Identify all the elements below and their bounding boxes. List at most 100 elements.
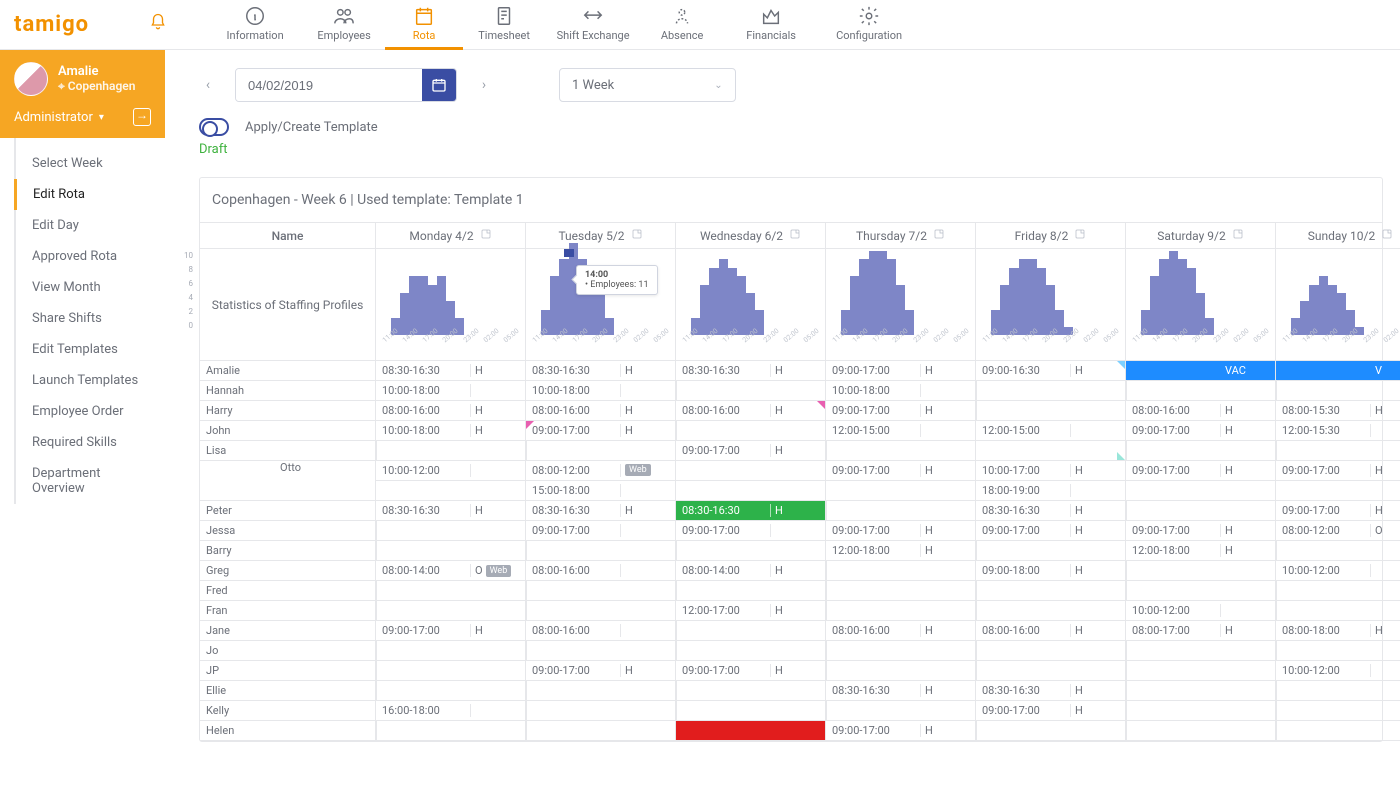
sidebar-item-view-month[interactable]: View Month	[16, 272, 165, 303]
nav-timesheet[interactable]: Timesheet	[465, 0, 543, 50]
shift-cell[interactable]: 08:00-17:00H	[1126, 621, 1276, 641]
shift-cell[interactable]	[826, 581, 976, 601]
note-icon[interactable]	[1381, 228, 1393, 243]
shift-cell[interactable]	[526, 701, 676, 721]
shift-cell[interactable]: 08:00-12:00Web15:00-18:00	[526, 461, 676, 501]
shift-cell[interactable]: VAC	[1126, 361, 1276, 381]
shift-cell[interactable]: 09:00-17:00	[526, 521, 676, 541]
shift-cell[interactable]	[676, 461, 826, 501]
shift-cell[interactable]: 09:00-17:00H	[976, 521, 1126, 541]
date-input[interactable]	[236, 69, 422, 101]
shift-cell[interactable]: 09:00-17:00H	[1276, 461, 1400, 501]
shift-cell[interactable]	[376, 721, 526, 741]
shift-cell[interactable]: 09:00-17:00H	[526, 421, 676, 441]
shift-cell[interactable]: 08:00-16:00H	[526, 401, 676, 421]
shift-cell[interactable]: 08:30-16:30H	[676, 501, 826, 521]
sidebar-item-required-skills[interactable]: Required Skills	[16, 427, 165, 458]
shift-cell[interactable]: 08:00-15:30H	[1276, 401, 1400, 421]
shift-cell[interactable]	[376, 661, 526, 681]
shift-cell[interactable]: 08:30-16:30H	[826, 681, 976, 701]
shift-cell[interactable]	[376, 601, 526, 621]
shift-cell[interactable]	[676, 581, 826, 601]
calendar-icon[interactable]	[422, 69, 456, 101]
shift-cell[interactable]	[376, 541, 526, 561]
shift-cell[interactable]: 09:00-17:00H	[676, 441, 826, 461]
sidebar-item-department-overview[interactable]: Department Overview	[16, 458, 165, 504]
shift-cell[interactable]: 08:30-16:30H	[976, 501, 1126, 521]
shift-cell[interactable]: 09:00-17:00H	[376, 621, 526, 641]
shift-cell[interactable]: 12:00-15:00	[976, 421, 1126, 441]
nav-absence[interactable]: Absence	[643, 0, 721, 50]
logout-icon[interactable]	[133, 108, 151, 126]
shift-cell[interactable]: 08:00-12:00O	[1276, 521, 1400, 541]
shift-cell[interactable]: 10:00-18:00	[826, 381, 976, 401]
shift-cell[interactable]	[676, 641, 826, 661]
shift-cell[interactable]	[976, 721, 1126, 741]
shift-cell[interactable]	[976, 401, 1126, 421]
shift-cell[interactable]: 09:00-17:00H	[676, 661, 826, 681]
shift-cell[interactable]	[976, 641, 1126, 661]
shift-cell[interactable]: 12:00-15:00	[826, 421, 976, 441]
shift-cell[interactable]	[376, 521, 526, 541]
shift-cell[interactable]	[676, 701, 826, 721]
shift-cell[interactable]: 09:00-17:00H	[826, 401, 976, 421]
shift-cell[interactable]	[1126, 641, 1276, 661]
shift-cell[interactable]	[676, 721, 826, 741]
shift-cell[interactable]	[526, 721, 676, 741]
role-switcher[interactable]: Administrator ▾	[14, 108, 151, 126]
shift-cell[interactable]: 08:00-16:00H	[676, 401, 826, 421]
shift-cell[interactable]: 12:00-15:30	[1276, 421, 1400, 441]
shift-cell[interactable]: 09:00-17:00	[676, 521, 826, 541]
shift-cell[interactable]	[676, 621, 826, 641]
sidebar-item-edit-day[interactable]: Edit Day	[16, 210, 165, 241]
nav-information[interactable]: Information	[207, 0, 303, 50]
shift-cell[interactable]	[976, 661, 1126, 681]
shift-cell[interactable]	[1126, 501, 1276, 521]
shift-cell[interactable]	[1126, 721, 1276, 741]
shift-cell[interactable]	[826, 501, 976, 521]
shift-cell[interactable]	[1276, 701, 1400, 721]
shift-cell[interactable]: 10:00-12:00	[1276, 661, 1400, 681]
shift-cell[interactable]	[526, 601, 676, 621]
shift-cell[interactable]: 10:00-17:00H18:00-19:00	[976, 461, 1126, 501]
shift-cell[interactable]	[976, 381, 1126, 401]
shift-cell[interactable]: 09:00-17:00H	[1126, 461, 1276, 501]
shift-cell[interactable]	[1276, 381, 1400, 401]
shift-cell[interactable]: 10:00-12:00	[1276, 561, 1400, 581]
shift-cell[interactable]	[1276, 681, 1400, 701]
shift-cell[interactable]: 08:30-16:30H	[976, 681, 1126, 701]
shift-cell[interactable]: 08:00-16:00H	[376, 401, 526, 421]
shift-cell[interactable]: 08:00-16:00H	[826, 621, 976, 641]
shift-cell[interactable]	[676, 421, 826, 441]
shift-cell[interactable]: 09:00-17:00H	[526, 661, 676, 681]
shift-cell[interactable]	[676, 681, 826, 701]
shift-cell[interactable]: 08:00-16:00	[526, 561, 676, 581]
shift-cell[interactable]: 09:00-17:00H	[1276, 501, 1400, 521]
note-icon[interactable]	[1232, 228, 1244, 243]
sidebar-item-edit-templates[interactable]: Edit Templates	[16, 334, 165, 365]
prev-week-button[interactable]: ‹	[199, 76, 217, 94]
shift-cell[interactable]	[1276, 721, 1400, 741]
shift-cell[interactable]: 10:00-18:00	[376, 381, 526, 401]
note-icon[interactable]	[1074, 228, 1086, 243]
shift-cell[interactable]	[526, 641, 676, 661]
shift-cell[interactable]	[1276, 441, 1400, 461]
shift-cell[interactable]	[1126, 661, 1276, 681]
sidebar-item-share-shifts[interactable]: Share Shifts	[16, 303, 165, 334]
shift-cell[interactable]: 12:00-17:00H	[676, 601, 826, 621]
date-picker[interactable]	[235, 68, 457, 102]
shift-cell[interactable]: 08:30-16:30H	[526, 361, 676, 381]
nav-configuration[interactable]: Configuration	[821, 0, 917, 50]
nav-shift-exchange[interactable]: Shift Exchange	[545, 0, 641, 50]
nav-employees[interactable]: Employees	[305, 0, 383, 50]
note-icon[interactable]	[789, 228, 801, 243]
shift-cell[interactable]	[976, 581, 1126, 601]
note-icon[interactable]	[631, 228, 643, 243]
shift-cell[interactable]	[1126, 381, 1276, 401]
shift-cell[interactable]	[826, 601, 976, 621]
shift-cell[interactable]: 08:00-18:00H	[1276, 621, 1400, 641]
next-week-button[interactable]: ›	[475, 76, 493, 94]
shift-cell[interactable]	[1276, 541, 1400, 561]
shift-cell[interactable]	[826, 641, 976, 661]
shift-cell[interactable]	[976, 601, 1126, 621]
